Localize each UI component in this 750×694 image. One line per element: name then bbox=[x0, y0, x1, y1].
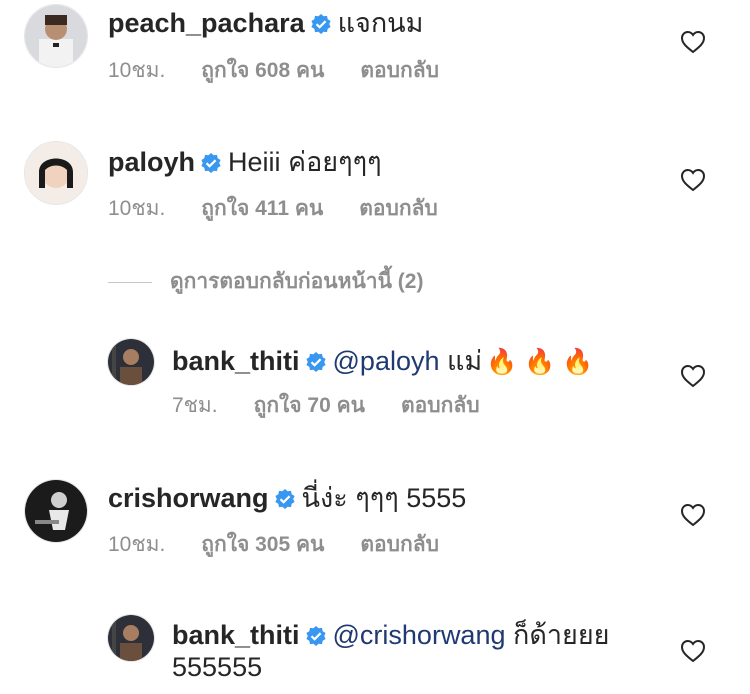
verified-badge-icon bbox=[305, 347, 327, 372]
heart-icon[interactable] bbox=[680, 30, 706, 54]
username[interactable]: peach_pachara bbox=[108, 8, 305, 38]
verified-badge-icon bbox=[310, 9, 332, 34]
comment-text: แจกนม bbox=[337, 8, 424, 38]
comment-meta: 10ชม. ถูกใจ 608 คน ตอบกลับ bbox=[108, 57, 475, 85]
username[interactable]: crishorwang bbox=[108, 483, 269, 513]
comment-crishorwang: crishorwang นี่ง่ะ ๆๆๆ 5555 10ชม. ถูกใจ 30… bbox=[0, 476, 750, 586]
reply-line: bank_thiti @crishorwang ก็ด้ายยย bbox=[172, 618, 610, 652]
likes-count[interactable]: ถูกใจ 608 คน bbox=[201, 59, 324, 82]
reply-text-continued: 555555 bbox=[172, 652, 263, 682]
likes-count[interactable]: ถูกใจ 411 คน bbox=[201, 197, 323, 220]
comment-meta: 10ชม. ถูกใจ 305 คน ตอบกลับ bbox=[108, 531, 475, 559]
reply-text: ก็ด้ายยย bbox=[513, 620, 610, 650]
reply-bank-thiti-2: bank_thiti @crishorwang ก็ด้ายยย 555555 bbox=[0, 612, 750, 694]
username[interactable]: paloyh bbox=[108, 147, 195, 177]
timestamp: 7ชม. bbox=[172, 394, 218, 417]
comment-line: peach_pachara แจกนม bbox=[108, 6, 423, 40]
reply-button[interactable]: ตอบกลับ bbox=[360, 59, 439, 82]
timestamp: 10ชม. bbox=[108, 59, 166, 82]
comment-meta: 10ชม. ถูกใจ 411 คน ตอบกลับ bbox=[108, 195, 474, 223]
comment-paloyh: paloyh Heiii ค่อยๆๆๆ 10ชม. ถูกใจ 411 คน ตอบ… bbox=[0, 138, 750, 248]
username[interactable]: bank_thiti bbox=[172, 346, 300, 376]
avatar[interactable] bbox=[24, 479, 88, 543]
heart-icon[interactable] bbox=[680, 503, 706, 527]
verified-badge-icon bbox=[200, 148, 222, 173]
heart-icon[interactable] bbox=[680, 639, 706, 663]
comment-line: crishorwang นี่ง่ะ ๆๆๆ 5555 bbox=[108, 481, 466, 515]
avatar[interactable] bbox=[24, 141, 88, 205]
avatar[interactable] bbox=[24, 4, 88, 68]
verified-badge-icon bbox=[274, 484, 296, 509]
comment-line: paloyh Heiii ค่อยๆๆๆ bbox=[108, 145, 382, 179]
reply-bank-thiti: bank_thiti @paloyh แม่ 🔥 🔥 🔥 7ชม. ถูกใจ 70 … bbox=[0, 336, 750, 436]
timestamp: 10ชม. bbox=[108, 197, 166, 220]
comment-peach-pachara: peach_pachara แจกนม 10ชม. ถูกใจ 608 คน ตอบก… bbox=[0, 0, 750, 110]
avatar[interactable] bbox=[107, 338, 155, 386]
view-previous-replies-label: ดูการตอบกลับก่อนหน้านี้ (2) bbox=[170, 270, 424, 293]
comment-text: Heiii ค่อยๆๆๆ bbox=[228, 147, 382, 177]
username[interactable]: bank_thiti bbox=[172, 620, 300, 650]
timestamp: 10ชม. bbox=[108, 533, 166, 556]
reply-button[interactable]: ตอบกลับ bbox=[360, 533, 439, 556]
mention-link[interactable]: @crishorwang bbox=[333, 620, 506, 650]
reply-button[interactable]: ตอบกลับ bbox=[359, 197, 438, 220]
likes-count[interactable]: ถูกใจ 70 คน bbox=[254, 394, 365, 417]
reply-button[interactable]: ตอบกลับ bbox=[401, 394, 480, 417]
reply-text: แม่ bbox=[447, 346, 483, 376]
reply-line: bank_thiti @paloyh แม่ 🔥 🔥 🔥 bbox=[172, 344, 594, 379]
comment-text: นี่ง่ะ ๆๆๆ 5555 bbox=[301, 483, 467, 513]
divider bbox=[108, 281, 152, 283]
avatar[interactable] bbox=[107, 614, 155, 662]
heart-icon[interactable] bbox=[680, 168, 706, 192]
fire-emoji: 🔥 🔥 🔥 bbox=[486, 348, 594, 376]
heart-icon[interactable] bbox=[680, 364, 706, 388]
mention-link[interactable]: @paloyh bbox=[333, 346, 440, 376]
likes-count[interactable]: ถูกใจ 305 คน bbox=[201, 533, 324, 556]
view-previous-replies-button[interactable]: ดูการตอบกลับก่อนหน้านี้ (2) bbox=[108, 268, 423, 296]
verified-badge-icon bbox=[305, 621, 327, 646]
reply-meta: 7ชม. ถูกใจ 70 คน ตอบกลับ bbox=[172, 392, 516, 420]
